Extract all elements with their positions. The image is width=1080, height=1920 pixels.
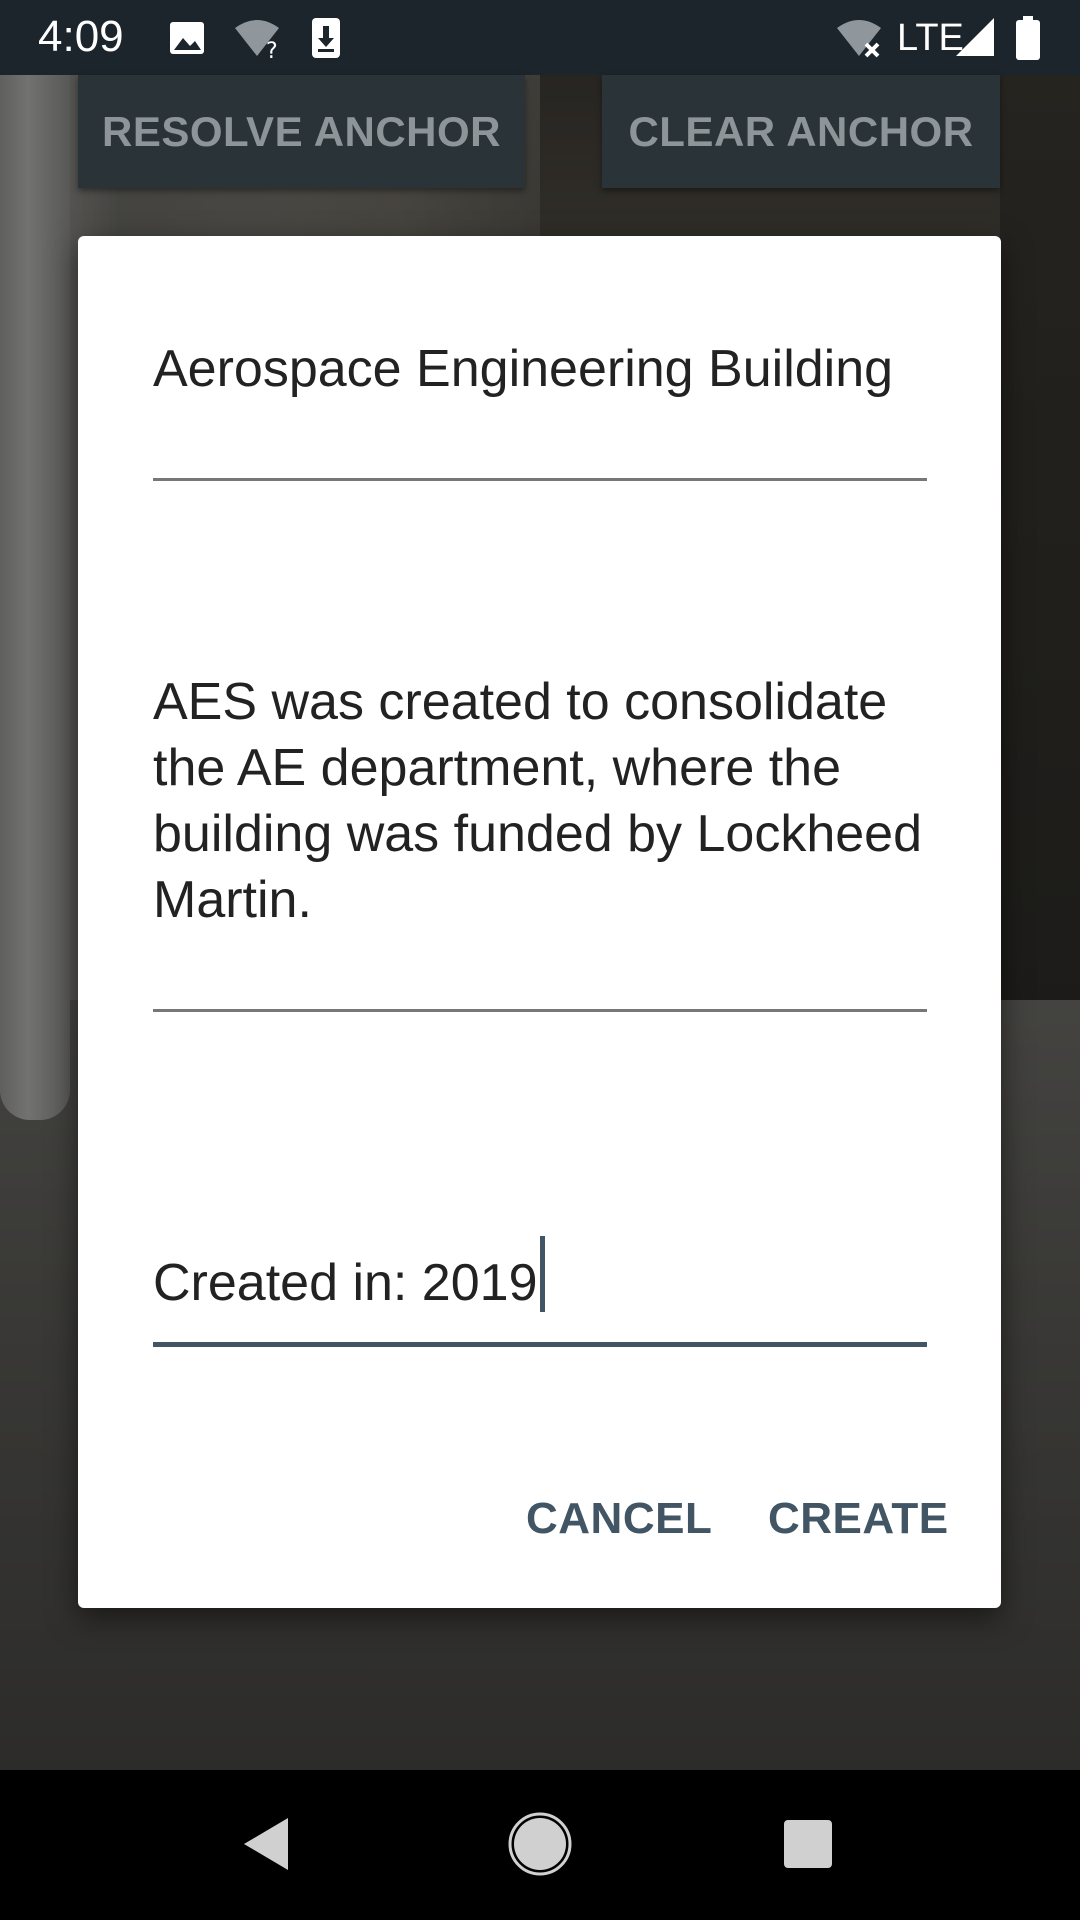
wifi-unknown-icon: ? <box>235 20 279 60</box>
wifi-off-icon <box>837 20 881 58</box>
back-icon[interactable] <box>228 1804 308 1884</box>
description-field-value: AES was created to consolidate the AE de… <box>153 673 923 929</box>
year-field-underline-focused <box>153 1342 927 1347</box>
cancel-button[interactable]: CANCEL <box>526 1494 712 1544</box>
clear-anchor-button[interactable]: CLEAR ANCHOR <box>602 75 1000 188</box>
text-cursor <box>539 1236 545 1312</box>
signal-icon <box>956 18 994 56</box>
battery-icon <box>1016 16 1040 60</box>
status-bar: 4:09 ? LTE <box>0 0 1080 75</box>
image-icon <box>170 22 204 54</box>
clear-anchor-label: CLEAR ANCHOR <box>628 107 974 155</box>
title-field-underline <box>153 478 927 481</box>
status-time: 4:09 <box>38 12 124 61</box>
title-field-value: Aerospace Engineering Building <box>153 340 894 398</box>
description-field-underline <box>153 1009 927 1012</box>
recents-icon[interactable] <box>768 1804 848 1884</box>
description-field[interactable]: AES was created to consolidate the AE de… <box>153 669 927 933</box>
title-field[interactable]: Aerospace Engineering Building <box>153 336 927 402</box>
download-icon <box>312 18 340 58</box>
create-anchor-dialog: Aerospace Engineering Building AES was c… <box>78 236 1001 1608</box>
year-field[interactable]: Created in: 2019 <box>153 1236 927 1316</box>
navigation-bar <box>0 1770 1080 1920</box>
resolve-anchor-button[interactable]: RESOLVE ANCHOR <box>78 75 525 188</box>
home-icon[interactable] <box>500 1804 580 1884</box>
svg-text:?: ? <box>266 39 278 60</box>
year-field-value: Created in: 2019 <box>153 1254 538 1312</box>
create-button[interactable]: CREATE <box>768 1494 949 1544</box>
resolve-anchor-label: RESOLVE ANCHOR <box>101 107 502 155</box>
